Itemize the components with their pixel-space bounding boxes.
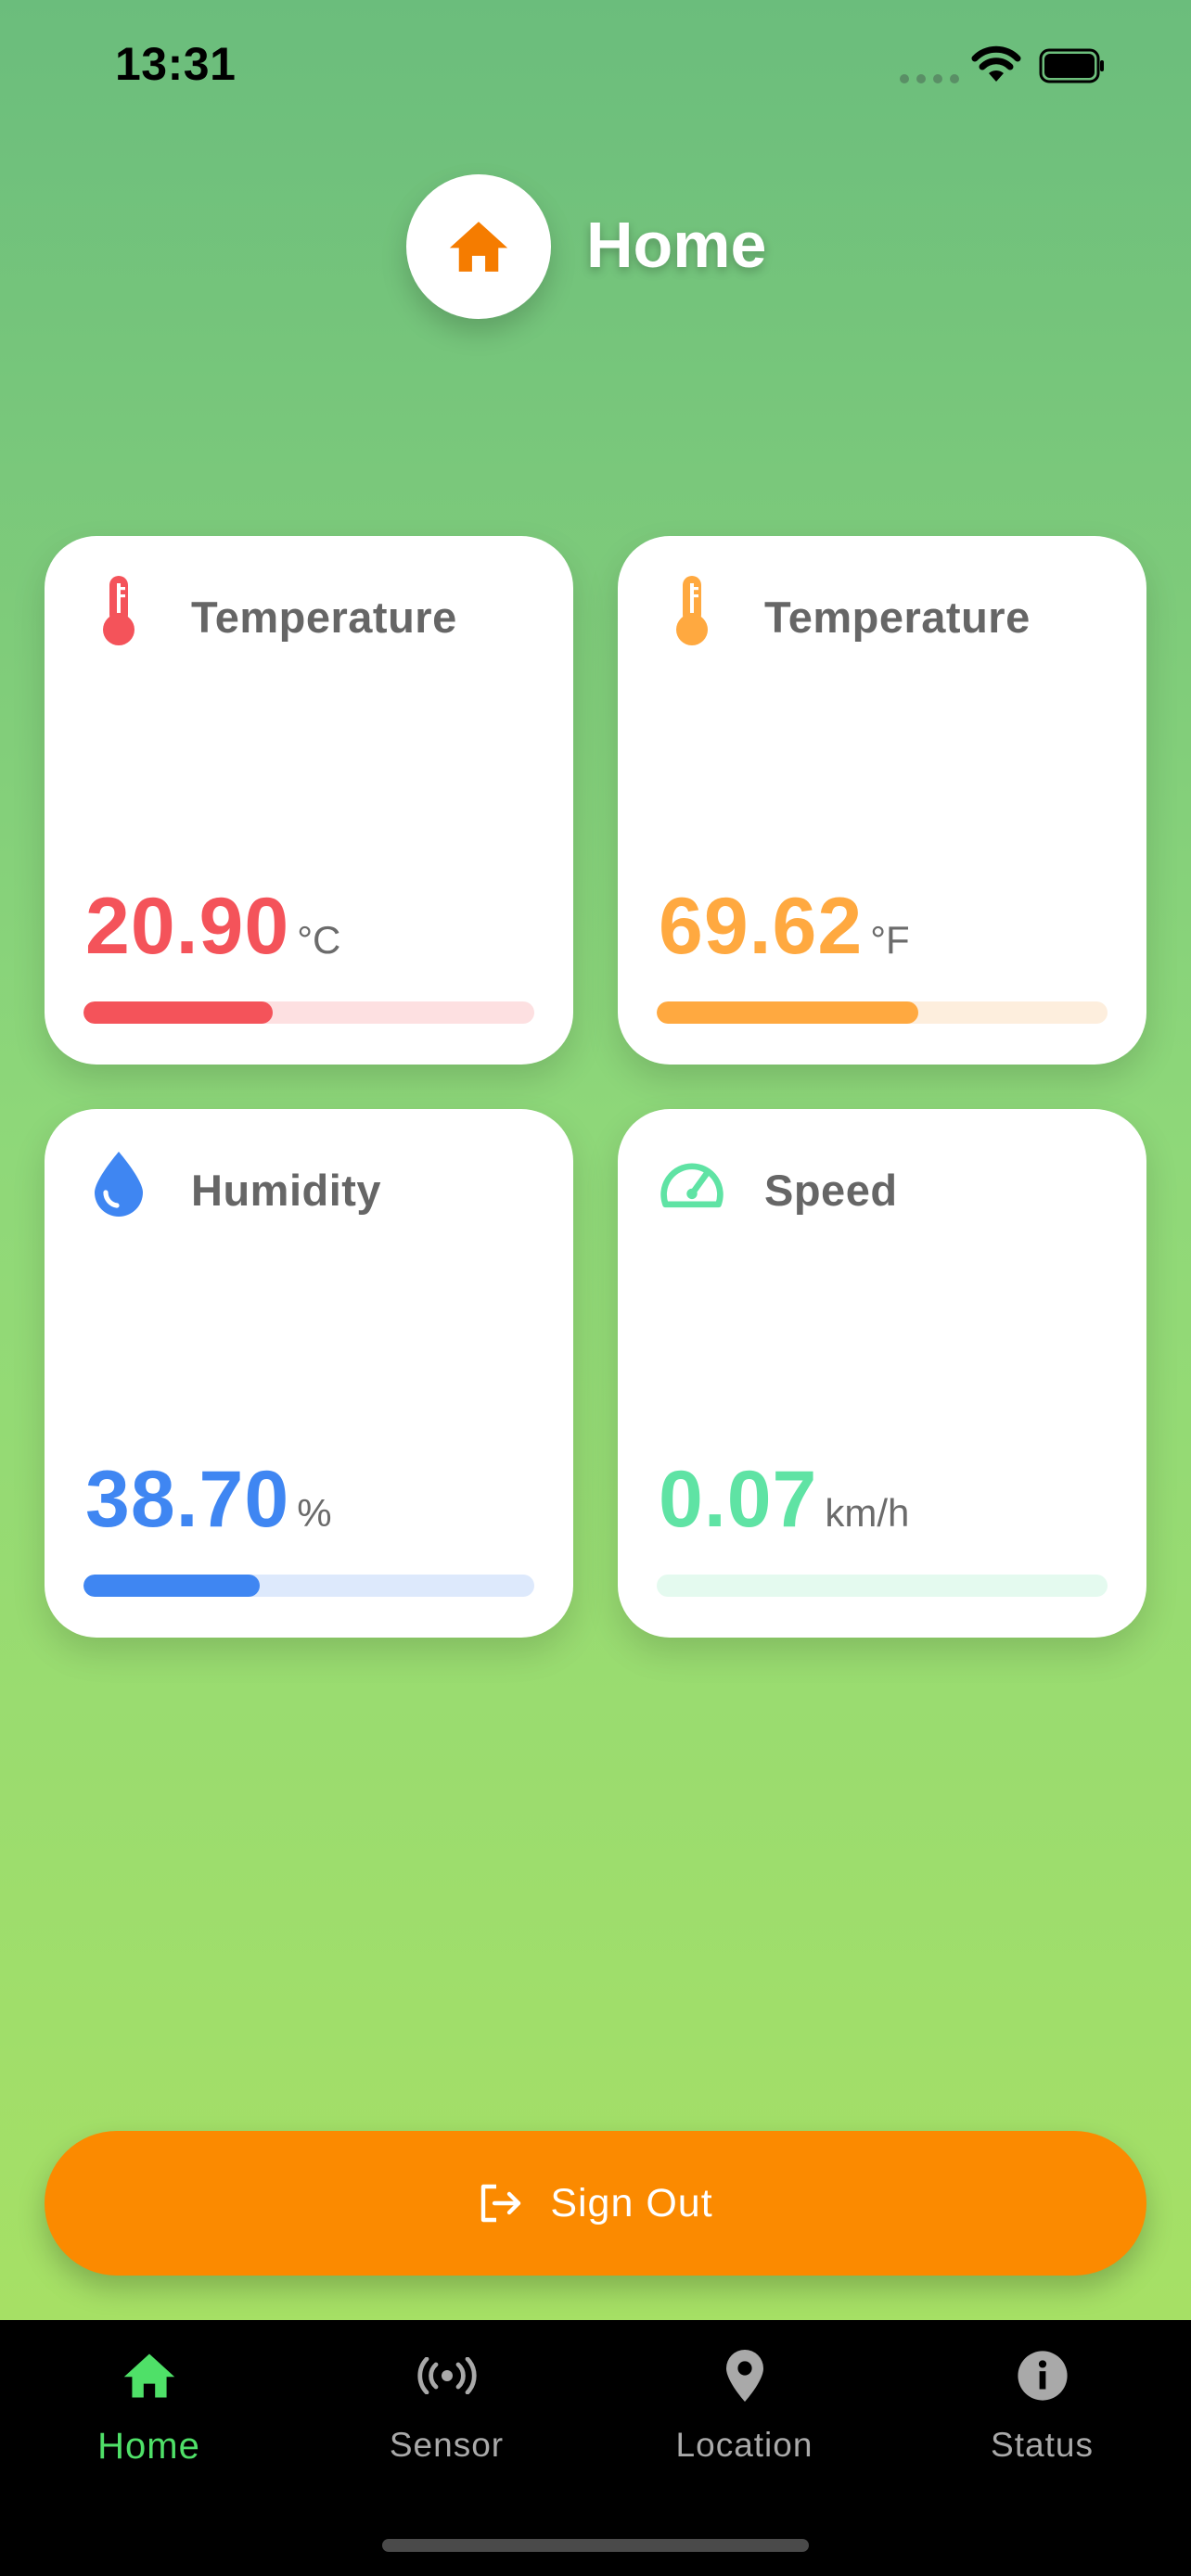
reading-unit: °C	[297, 918, 341, 962]
reading: 0.07 km/h	[659, 1454, 909, 1546]
thermometer-icon	[657, 575, 727, 645]
tab-status[interactable]: Status	[893, 2320, 1191, 2506]
card-title: Temperature	[191, 593, 457, 642]
reading-unit: %	[297, 1491, 332, 1535]
reading-value: 20.90	[85, 882, 290, 971]
home-icon	[449, 222, 508, 272]
page-title: Home	[586, 209, 767, 281]
reading-unit: km/h	[825, 1491, 910, 1535]
reading-value: 0.07	[659, 1455, 818, 1544]
thermometer-icon	[83, 575, 154, 645]
speedometer-icon	[657, 1148, 727, 1218]
page-header: Home	[0, 174, 1191, 319]
reading: 69.62 °F	[659, 881, 910, 973]
tab-location[interactable]: Location	[596, 2320, 893, 2506]
card-title: Temperature	[764, 593, 1031, 642]
status-time: 13:31	[115, 38, 237, 90]
humidity-card[interactable]: Humidity 38.70 %	[45, 1109, 573, 1638]
reading: 38.70 %	[85, 1454, 332, 1546]
progress-bar	[657, 1001, 1108, 1024]
card-title: Humidity	[191, 1166, 382, 1215]
tab-sensor[interactable]: Sensor	[298, 2320, 596, 2506]
reading: 20.90 °C	[85, 881, 340, 973]
progress-bar	[83, 1001, 534, 1024]
reading-unit: °F	[870, 918, 910, 962]
sign-out-button[interactable]: Sign Out	[45, 2131, 1146, 2276]
water-drop-icon	[83, 1148, 154, 1218]
progress-fill	[83, 1001, 274, 1024]
cellular-signal-icon	[900, 74, 959, 83]
logout-icon	[481, 2184, 521, 2223]
location-pin-icon	[724, 2342, 765, 2409]
status-bar: 13:31	[0, 0, 1191, 130]
tab-label: Sensor	[389, 2426, 505, 2464]
reading-value: 69.62	[659, 882, 864, 971]
temperature-celsius-card[interactable]: Temperature 20.90 °C	[45, 536, 573, 1065]
tab-label: Home	[97, 2426, 200, 2467]
sign-out-label: Sign Out	[550, 2180, 713, 2225]
home-indicator[interactable]	[382, 2539, 809, 2552]
battery-icon	[1039, 48, 1104, 83]
sensor-icon	[416, 2342, 477, 2409]
speed-card[interactable]: Speed 0.07 km/h	[618, 1109, 1146, 1638]
header-badge	[406, 174, 551, 319]
home-icon	[122, 2342, 177, 2409]
info-icon	[1016, 2342, 1069, 2409]
card-title: Speed	[764, 1166, 898, 1215]
progress-fill	[83, 1575, 260, 1597]
progress-bar	[657, 1575, 1108, 1597]
wifi-icon	[971, 45, 1021, 82]
tab-label: Status	[991, 2426, 1094, 2464]
temperature-fahrenheit-card[interactable]: Temperature 69.62 °F	[618, 536, 1146, 1065]
progress-bar	[83, 1575, 534, 1597]
tab-label: Location	[675, 2426, 813, 2464]
bottom-tab-bar: Home Sensor Location Status	[0, 2320, 1191, 2576]
reading-value: 38.70	[85, 1455, 290, 1544]
tab-home[interactable]: Home	[0, 2320, 298, 2506]
progress-fill	[657, 1001, 918, 1024]
